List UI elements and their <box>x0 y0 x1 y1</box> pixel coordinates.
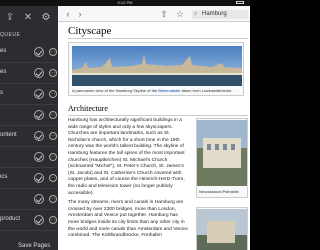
queue-item[interactable]: es ··· <box>0 42 58 63</box>
save-pages-button[interactable]: Save Pages <box>18 243 50 249</box>
article: Cityscape A panoramic view of the Hambur… <box>58 22 250 250</box>
side-figure[interactable] <box>196 207 248 250</box>
paragraph: The many streams, rivers and canals in H… <box>68 200 188 239</box>
more-icon[interactable]: ··· <box>49 195 57 203</box>
title-divider <box>68 38 248 39</box>
checkmark-icon[interactable] <box>34 47 44 57</box>
back-icon[interactable]: ‹ <box>62 9 74 19</box>
sidebar-toolbar: ⇪ ✕ ⚙ <box>0 12 58 26</box>
checkmark-icon[interactable] <box>34 110 44 120</box>
binnenalster-link[interactable]: Binnenalster <box>158 88 180 93</box>
queue-item[interactable]: product ··· <box>0 210 58 231</box>
more-icon[interactable]: ··· <box>49 90 57 98</box>
side-figure[interactable]: Neoclassical Palmaille <box>196 118 248 198</box>
checkmark-icon[interactable] <box>34 215 44 225</box>
settings-icon[interactable]: ⚙ <box>40 12 52 24</box>
checkmark-icon[interactable] <box>34 152 44 162</box>
forward-icon[interactable]: › <box>74 9 86 19</box>
more-icon[interactable]: ··· <box>49 153 57 161</box>
queue-item[interactable]: ics ··· <box>0 168 58 189</box>
queue-item-label: es <box>0 48 7 54</box>
sidebar: ⇪ ✕ ⚙ QUEUE es ··· es ··· s ··· ··· onte… <box>0 6 58 250</box>
checkmark-icon[interactable] <box>34 89 44 99</box>
panorama-image[interactable] <box>72 46 242 86</box>
checkmark-icon[interactable] <box>34 173 44 183</box>
search-query: Hamburg <box>202 11 227 17</box>
palmaille-image <box>197 120 247 186</box>
caption-text-post: taken from Lombardsbrücke. <box>180 88 233 93</box>
queue-label: QUEUE <box>0 32 21 38</box>
browser-pane: ‹ › ⇧ ☆ ⌕ Hamburg Cityscape A panoramic … <box>58 6 250 250</box>
queue-item[interactable]: s ··· <box>0 84 58 105</box>
queue-item-label: s <box>0 90 3 96</box>
delete-icon[interactable]: ✕ <box>22 12 34 24</box>
queue-item[interactable]: ··· <box>0 105 58 126</box>
share-icon[interactable]: ⇧ <box>158 9 170 19</box>
queue-item[interactable]: ··· <box>0 147 58 168</box>
browser-toolbar: ‹ › ⇧ ☆ ⌕ Hamburg <box>58 6 250 22</box>
more-icon[interactable]: ··· <box>49 48 57 56</box>
queue-item[interactable]: ··· <box>0 189 58 210</box>
panorama-figure[interactable]: A panoramic view of the Hamburg Skyline … <box>68 42 244 96</box>
caption-text-pre: A panoramic view of the Hamburg Skyline … <box>72 88 159 93</box>
battery-icon <box>236 1 244 4</box>
page-title: Cityscape <box>68 25 112 37</box>
more-icon[interactable]: ··· <box>49 174 57 182</box>
share-icon[interactable]: ⇪ <box>4 12 16 24</box>
section-heading: Architecture <box>68 104 108 113</box>
queue-list: es ··· es ··· s ··· ··· ontent ··· ··· i… <box>0 42 58 231</box>
queue-item-label: ics <box>0 174 8 180</box>
queue-item-label: product <box>0 216 21 222</box>
more-icon[interactable]: ··· <box>49 132 57 140</box>
side-figure-image <box>197 209 247 250</box>
panorama-caption: A panoramic view of the Hamburg Skyline … <box>72 88 242 93</box>
more-icon[interactable]: ··· <box>49 69 57 77</box>
queue-item[interactable]: es ··· <box>0 63 58 84</box>
bookmark-icon[interactable]: ☆ <box>174 9 186 19</box>
article-body: Hamburg has architecturally significant … <box>68 118 190 243</box>
search-icon: ⌕ <box>194 11 198 17</box>
more-icon[interactable]: ··· <box>49 111 57 119</box>
section-divider <box>68 115 248 116</box>
more-icon[interactable]: ··· <box>49 216 57 224</box>
search-input[interactable]: ⌕ Hamburg <box>192 10 248 19</box>
paragraph: Hamburg has architecturally significant … <box>68 118 185 196</box>
queue-item[interactable]: ontent ··· <box>0 126 58 147</box>
queue-item-label: es <box>0 69 7 75</box>
checkmark-icon[interactable] <box>34 68 44 78</box>
skyline-image <box>72 46 242 86</box>
checkmark-icon[interactable] <box>34 131 44 141</box>
queue-item-label: ontent <box>0 132 17 138</box>
checkmark-icon[interactable] <box>34 194 44 204</box>
side-figure-caption: Neoclassical Palmaille <box>199 189 239 194</box>
